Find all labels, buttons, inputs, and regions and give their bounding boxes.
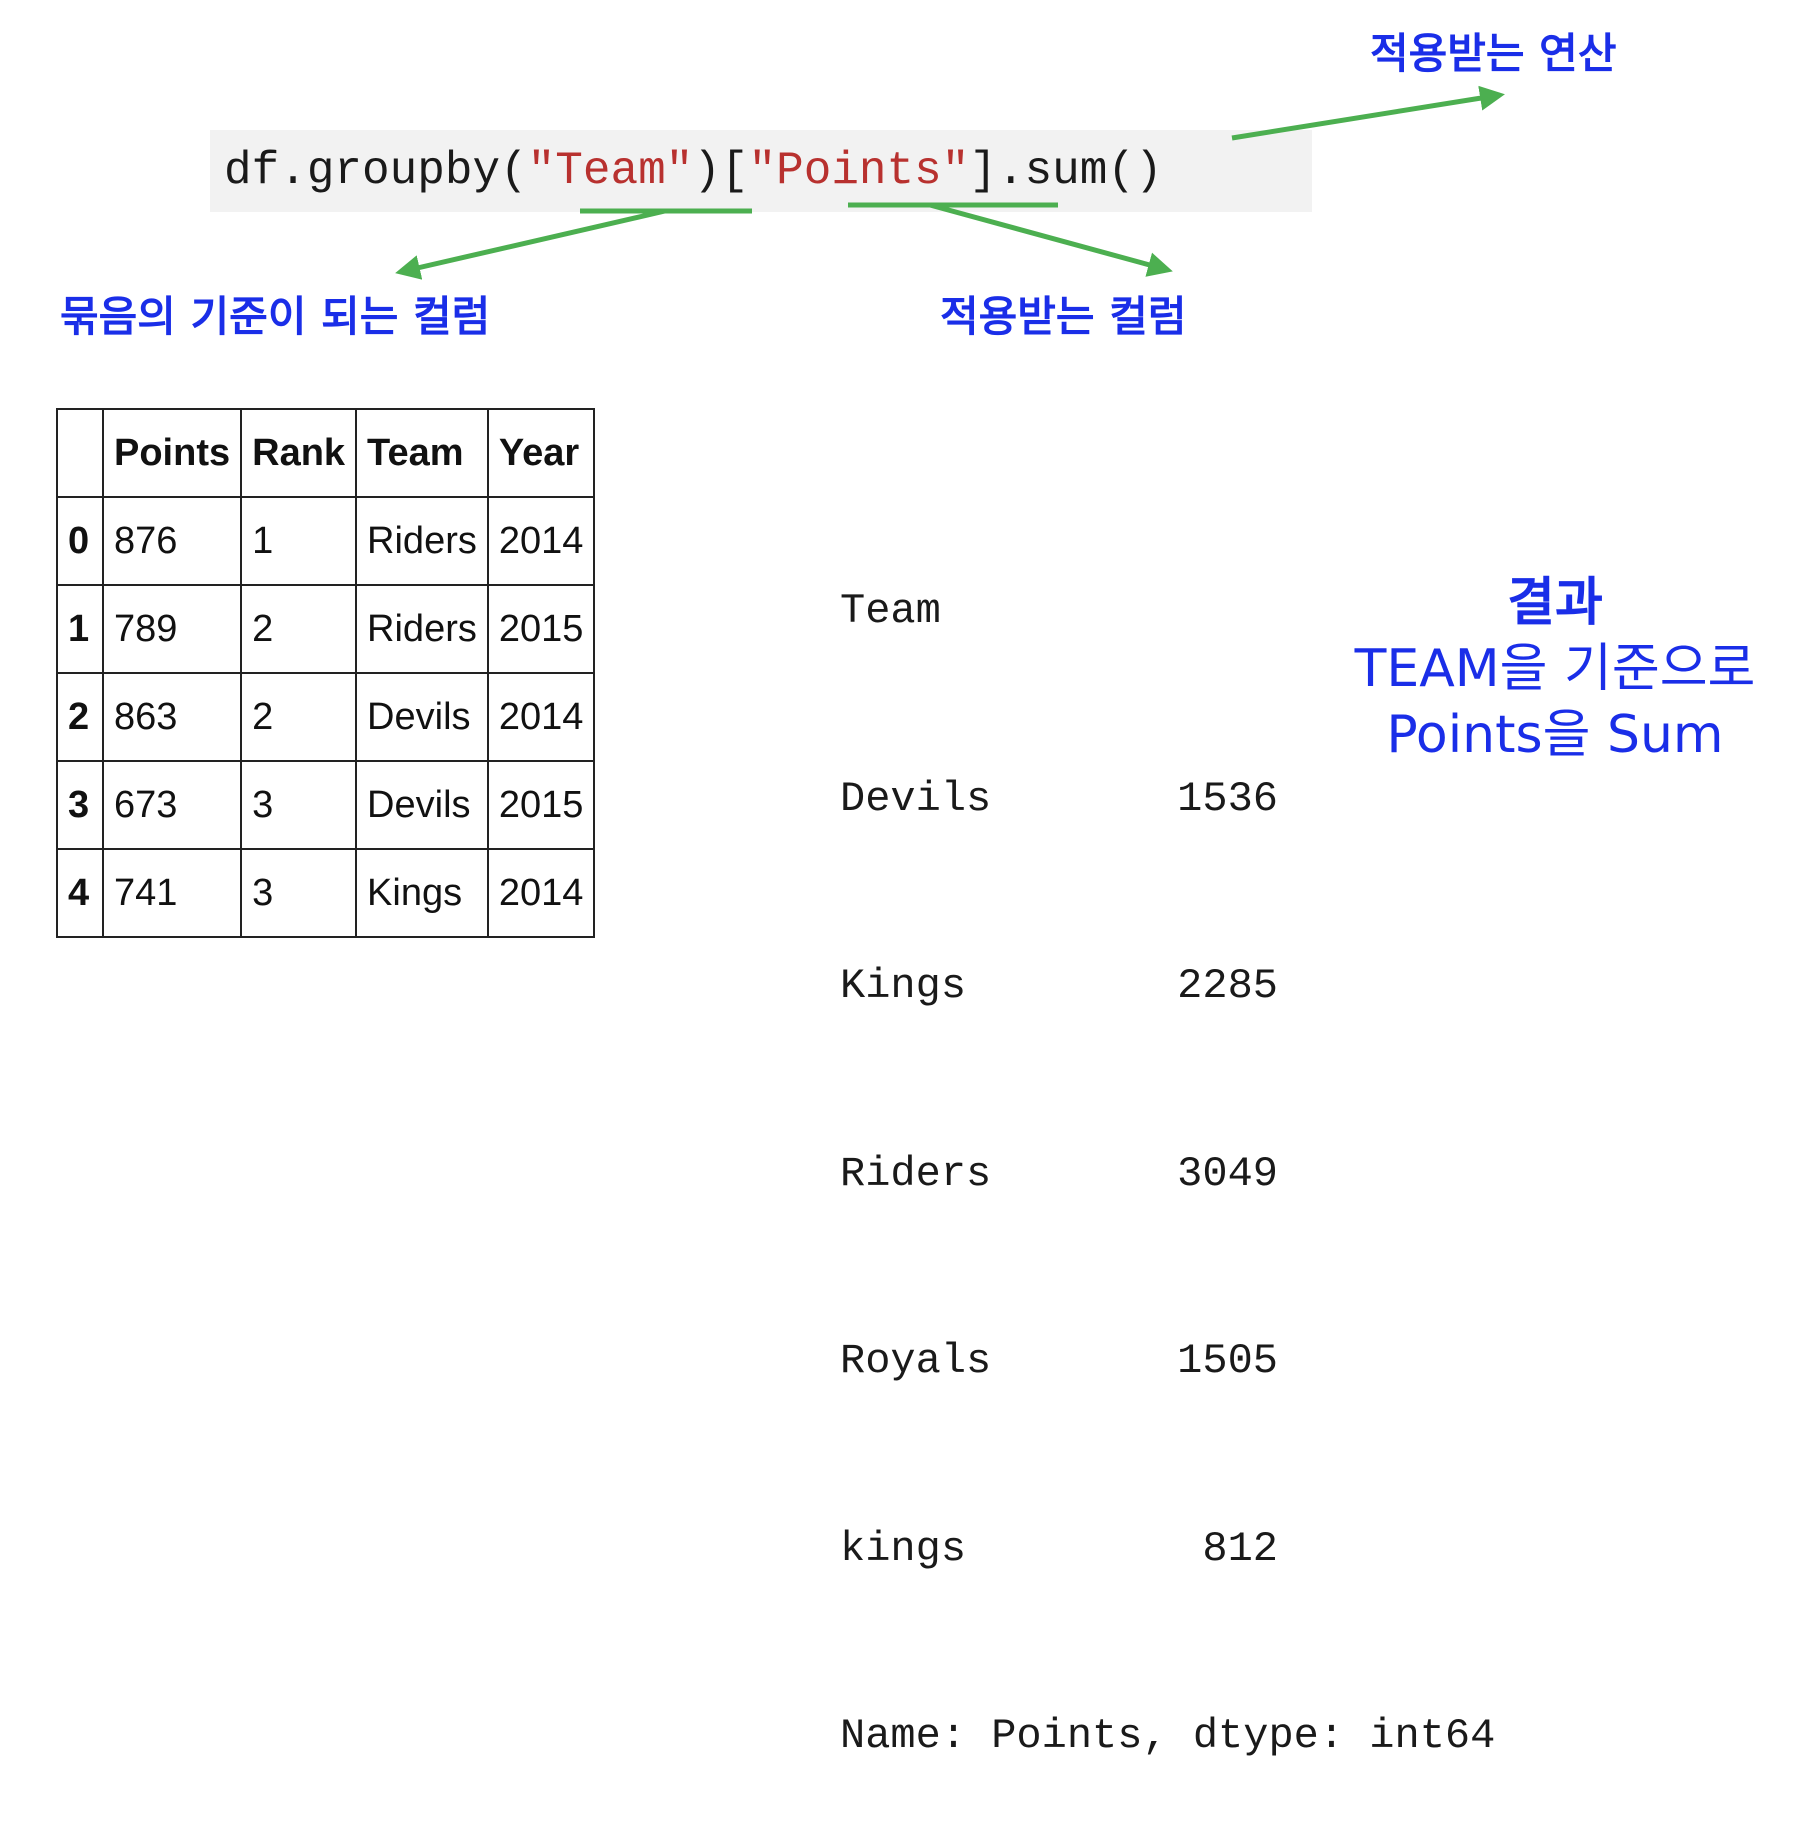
rank-cell: 3 [240, 760, 358, 850]
rank-header: Rank [240, 408, 358, 498]
group-column-label: 묶음의 기준이 되는 컬럼 [60, 292, 491, 341]
table-row: 3 673 3 Devils 2015 [56, 760, 596, 850]
output-team: Kings [840, 962, 967, 1010]
year-header: Year [486, 408, 596, 498]
output-row: Devils 1536 [840, 768, 1495, 831]
output-sum: 1505 [1177, 1337, 1278, 1385]
row-index: 0 [56, 496, 104, 586]
output-row: kings 812 [840, 1518, 1495, 1581]
team-cell: Riders [355, 584, 489, 674]
points-cell: 741 [101, 848, 243, 938]
points-cell: 863 [101, 672, 243, 762]
result-note-title: 결과 [1507, 573, 1603, 633]
output-row: Royals 1505 [840, 1330, 1495, 1393]
output-sum: 3049 [1177, 1149, 1278, 1198]
output-sum: 2285 [1177, 962, 1278, 1010]
result-note-line: TEAM을 기준으로 [1354, 639, 1756, 699]
year-cell: 2015 [486, 584, 596, 674]
operation-arrow [1231, 85, 1505, 141]
operation-label: 적용받는 연산 [1370, 29, 1617, 78]
table-header-row: Points Rank Team Year [56, 408, 596, 498]
row-index: 4 [56, 848, 104, 938]
rank-cell: 2 [240, 584, 358, 674]
table-row: 1 789 2 Riders 2015 [56, 584, 596, 674]
points-cell: 789 [101, 584, 243, 674]
index-header [56, 408, 104, 498]
table-row: 0 876 1 Riders 2014 [56, 496, 596, 586]
output-sum: 1536 [1177, 774, 1278, 823]
row-index: 3 [56, 760, 104, 850]
output-footer: Name: Points, dtype: int64 [840, 1712, 1496, 1760]
year-cell: 2014 [486, 672, 596, 762]
team-cell: Riders [355, 496, 489, 586]
points-header: Points [101, 408, 243, 498]
output-team: kings [840, 1524, 967, 1573]
dataframe-table: Points Rank Team Year 0 876 1 Riders 201… [56, 408, 596, 938]
rank-cell: 3 [240, 848, 358, 938]
applied-column-arrow [929, 202, 1173, 277]
year-cell: 2014 [486, 848, 596, 938]
row-index: 2 [56, 672, 104, 762]
row-index: 1 [56, 584, 104, 674]
output-sum: 812 [1202, 1524, 1278, 1573]
result-note-line: Points을 Sum [1386, 705, 1724, 765]
table-row: 2 863 2 Devils 2014 [56, 672, 596, 762]
points-cell: 876 [101, 496, 243, 586]
points-cell: 673 [101, 760, 243, 850]
year-cell: 2014 [486, 496, 596, 586]
year-cell: 2015 [486, 760, 596, 850]
applied-column-label: 적용받는 컬럼 [940, 292, 1187, 341]
team-header: Team [355, 408, 489, 498]
output-team: Royals [840, 1337, 992, 1385]
team-cell: Kings [355, 848, 489, 938]
output-row: Riders 3049 [840, 1143, 1495, 1206]
group-column-arrow [395, 208, 666, 280]
output-team: Devils [840, 774, 992, 823]
team-cell: Devils [355, 672, 489, 762]
output-team: Riders [840, 1149, 992, 1198]
rank-cell: 1 [240, 496, 358, 586]
output-row: Kings 2285 [840, 955, 1495, 1018]
result-note: 결과 TEAM을 기준으로 Points을 Sum [1310, 570, 1800, 768]
team-cell: Devils [355, 760, 489, 850]
rank-cell: 2 [240, 672, 358, 762]
table-row: 4 741 3 Kings 2014 [56, 848, 596, 938]
